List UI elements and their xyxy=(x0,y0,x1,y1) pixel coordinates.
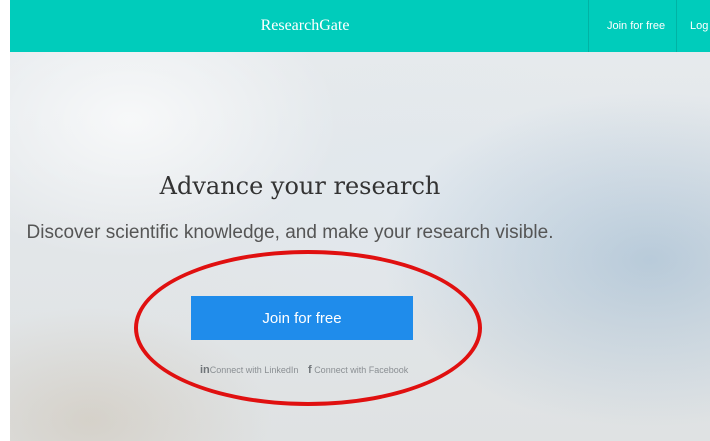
facebook-icon: f xyxy=(308,364,312,376)
nav-join-link[interactable]: Join for free xyxy=(607,0,665,52)
brand-logo[interactable]: ResearchGate xyxy=(10,0,600,52)
connect-linkedin-link[interactable]: inConnect with LinkedIn xyxy=(200,364,298,376)
connect-facebook-link[interactable]: f Connect with Facebook xyxy=(308,364,408,376)
join-for-free-button[interactable]: Join for free xyxy=(191,296,413,340)
nav-divider xyxy=(588,0,589,52)
linkedin-label: Connect with LinkedIn xyxy=(209,365,299,375)
nav-divider xyxy=(676,0,677,52)
facebook-label: Connect with Facebook xyxy=(314,365,409,375)
page-frame: ResearchGate Join for free Log in Advanc… xyxy=(10,0,710,441)
hero-subtitle: Discover scientific knowledge, and make … xyxy=(26,222,554,243)
top-navigation-bar: ResearchGate Join for free Log in xyxy=(10,0,710,52)
nav-login-link[interactable]: Log in xyxy=(690,0,710,52)
hero-title: Advance your research xyxy=(159,172,441,200)
linkedin-icon: in xyxy=(200,364,210,376)
